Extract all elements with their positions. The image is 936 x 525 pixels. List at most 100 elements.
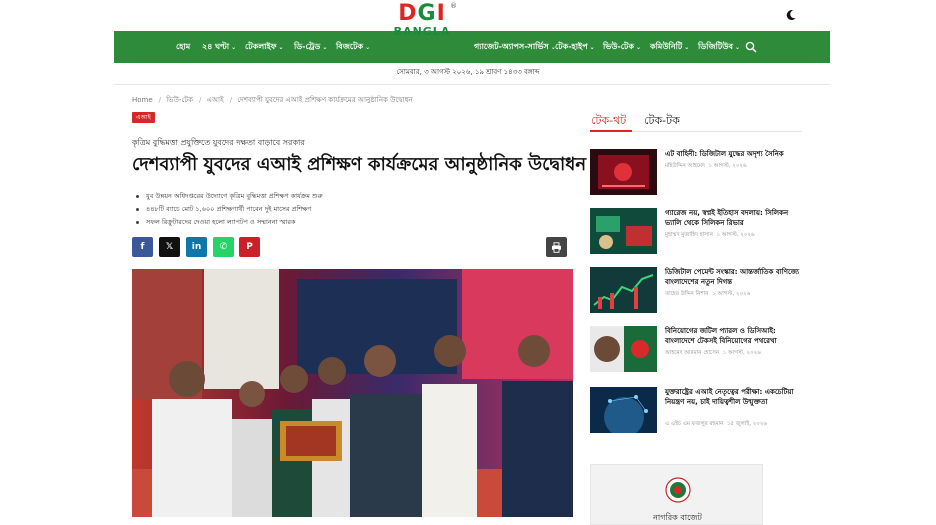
logo-subtext: BANGLA (393, 25, 451, 38)
breadcrumb-view-tech[interactable]: ভিউ-টেক (166, 96, 193, 104)
article-hero-image (132, 269, 573, 517)
article-headline: দেশব্যাপী যুবদের এআই প্রশিক্ষণ কার্যক্রম… (132, 154, 587, 175)
current-date: সোমবার, ৩ আগস্ট ২০২৬, ১৯ শ্রাবণ ১৪৩৩ বঙ্… (396, 68, 540, 76)
nav-label: হোম (176, 42, 191, 51)
article-meta: এ এইচ এম ফজলুর রহমান ১৫ জুলাই, ২০২৬ (665, 421, 767, 429)
list-item: ডিজিটাল পেমেন্ট সংস্কার: আন্তর্জাতিক বাণ… (590, 267, 802, 317)
tab-tech-talk[interactable]: টেক-টক (644, 112, 680, 131)
article-thumbnail[interactable] (590, 326, 657, 372)
logo-wordmark: DGI (398, 1, 446, 26)
nav-item-home[interactable]: হোম (176, 31, 190, 63)
chevron-down-icon: ⌄ (734, 44, 740, 51)
divider (114, 84, 830, 85)
nav-item-techlife[interactable]: টেকলাইফ ⌄ (245, 31, 284, 63)
linkedin-icon: in (191, 242, 202, 252)
share-facebook-button[interactable]: f (132, 237, 153, 257)
nav-label: ২৪ ঘণ্টা (202, 42, 230, 51)
publish-date: ১ আগস্ট, ২০২৬ (712, 291, 751, 297)
article-link[interactable]: বিনিয়োগের জটিল প্যারল ও ডিসিআই: বাংলাদে… (665, 326, 802, 346)
banner-title: নাগরিক বাজেট (653, 513, 702, 522)
article-meta: মহিউদ্দিন আহমেদ ১ আগস্ট, ২০২৬ (665, 163, 747, 171)
article-link[interactable]: যুক্তরাষ্ট্রের এআই নেতৃত্বের পরীক্ষা: এক… (665, 387, 802, 407)
list-item: গ্যারেজ নয়, স্বপ্নই ইতিহাস বদলায়: সিলি… (590, 208, 802, 258)
citizen-budget-banner[interactable]: নাগরিক বাজেট (590, 464, 763, 525)
nav-item-community[interactable]: কমিউনিটি ⌄ (650, 31, 689, 63)
nav-item-view-tech[interactable]: ভিউ-টেক ⌄ (603, 31, 641, 63)
share-linkedin-button[interactable]: in (186, 237, 207, 257)
nav-label: ভিউ-টেক (603, 42, 635, 51)
search-icon[interactable] (745, 41, 757, 53)
article-thumbnail[interactable] (590, 208, 657, 254)
nav-label: টেকলাইফ (245, 42, 277, 51)
article-meta: মুহাম্মদ মুজাহিদ হাসান ১ আগস্ট, ২০২৬ (665, 232, 755, 240)
highlight-item: যুব উন্নয়ন অধিদপ্তরের উদ্যোগে কৃত্রিম ব… (136, 190, 323, 203)
printer-icon (552, 241, 561, 253)
chevron-down-icon: ⌄ (231, 44, 237, 51)
article-thumbnail[interactable] (590, 267, 657, 313)
top-bar: DGI BANGLA ® (0, 0, 936, 38)
facebook-icon: f (140, 242, 145, 252)
author-name: মহিউদ্দিন আহমেদ (665, 163, 705, 169)
nav-label: বিজটেক (336, 42, 364, 51)
breadcrumb-home[interactable]: Home (132, 96, 153, 104)
chevron-down-icon: ⌄ (636, 44, 642, 51)
share-pinterest-button[interactable]: P (239, 237, 260, 257)
sidebar-tabs: টেক-থট টেক-টক (590, 110, 802, 132)
nav-item-gadget-apps[interactable]: গ্যাজেট-অ্যাপস-সার্ভিস ⌄ (474, 31, 556, 63)
highlight-item: সফল রিক্রুটারদের দেওয়া হলো ল্যাপটপ ও সম… (136, 216, 323, 229)
article-thumbnail[interactable] (590, 149, 657, 195)
breadcrumb: Home / ভিউ-টেক / এআই / দেশব্যাপী যুবদের এআই… (132, 94, 416, 106)
article-link[interactable]: গ্যারেজ নয়, স্বপ্নই ইতিহাস বদলায়: সিলি… (665, 208, 802, 228)
award-ceremony-photo (132, 269, 573, 517)
nav-item-tech-hype[interactable]: টেক-হাইপ ⌄ (555, 31, 595, 63)
article-link[interactable]: এট বাহিনী: ডিজিটাল যুদ্ধের অদৃশ্য সৈনিক (665, 149, 802, 159)
publish-date: ১ আগস্ট, ২০২৬ (722, 350, 761, 356)
nav-item-biztech[interactable]: বিজটেক ⌄ (336, 31, 370, 63)
article-meta: আহমেদ আরমান হোসেন ১ আগস্ট, ২০২৬ (665, 350, 761, 358)
x-icon: 𝕏 (165, 242, 174, 252)
share-whatsapp-button[interactable]: ✆ (213, 237, 234, 257)
nav-item-24-hours[interactable]: ২৪ ঘণ্টা ⌄ (202, 31, 236, 63)
nav-label: ডিজিটিউব (698, 42, 733, 51)
nav-item-digitube[interactable]: ডিজিটিউব ⌄ (698, 31, 740, 63)
chevron-down-icon: ⌄ (684, 44, 690, 51)
list-item: বিনিয়োগের জটিল প্যারল ও ডিসিআই: বাংলাদে… (590, 326, 802, 376)
nav-label: কমিউনিটি (650, 42, 683, 51)
chevron-down-icon: ⌄ (589, 44, 595, 51)
author-name: এ এইচ এম ফজলুর রহমান (665, 421, 724, 427)
author-name: মুহাম্মদ মুজাহিদ হাসান (665, 232, 713, 238)
nav-label: গ্যাজেট-অ্যাপস-সার্ভিস (474, 42, 549, 51)
breadcrumb-separator: / (229, 96, 233, 104)
article-thumbnail[interactable] (590, 387, 657, 433)
site-logo[interactable]: DGI BANGLA ® (387, 2, 457, 46)
breadcrumb-current: দেশব্যাপী যুবদের এআই প্রশিক্ষণ কার্যক্রম… (237, 96, 413, 104)
highlight-item: ৪৪৮টি ব্যাচে মোট ১,৬০০ প্রশিক্ষণার্থী পা… (136, 203, 323, 216)
chevron-down-icon: ⌄ (322, 44, 328, 51)
article-link[interactable]: ডিজিটাল পেমেন্ট সংস্কার: আন্তর্জাতিক বাণ… (665, 267, 802, 287)
pinterest-icon: P (246, 242, 253, 252)
publish-date: ১৫ জুলাই, ২০২৬ (726, 421, 768, 427)
tab-tech-thought[interactable]: টেক-থট (591, 112, 626, 131)
active-tab-indicator (590, 130, 632, 132)
nav-item-d-trade[interactable]: ডি-ট্রেড ⌄ (294, 31, 327, 63)
share-x-button[interactable]: 𝕏 (159, 237, 180, 257)
registered-mark: ® (450, 2, 457, 10)
article-meta: তাহের উদ্দিন নিশান ১ আগস্ট, ২০২৬ (665, 291, 750, 299)
government-seal-icon (665, 477, 691, 503)
author-name: তাহের উদ্দিন নিশান (665, 291, 709, 297)
category-tag[interactable]: এআই (132, 112, 155, 123)
article-highlights: যুব উন্নয়ন অধিদপ্তরের উদ্যোগে কৃত্রিম ব… (136, 190, 323, 229)
moon-icon[interactable] (785, 9, 797, 21)
list-item: যুক্তরাষ্ট্রের এআই নেতৃত্বের পরীক্ষা: এক… (590, 387, 802, 437)
breadcrumb-ai[interactable]: এআই (207, 96, 224, 104)
publish-date: ১ আগস্ট, ২০২৬ (716, 232, 755, 238)
breadcrumb-separator: / (158, 96, 162, 104)
main-navbar: হোম ২৪ ঘণ্টা ⌄ টেকলাইফ ⌄ ডি-ট্রেড ⌄ বিজটেক ⌄… (114, 31, 830, 63)
print-button[interactable] (546, 237, 567, 257)
list-item: এট বাহিনী: ডিজিটাল যুদ্ধের অদৃশ্য সৈনিক … (590, 149, 802, 199)
nav-label: টেক-হাইপ (555, 42, 588, 51)
whatsapp-icon: ✆ (219, 242, 228, 252)
nav-label: ডি-ট্রেড (294, 42, 321, 51)
article-kicker: কৃত্রিম বুদ্ধিমত্তা প্রযুক্তিতে যুবদের দ… (132, 138, 305, 147)
publish-date: ১ আগস্ট, ২০২৬ (708, 163, 747, 169)
